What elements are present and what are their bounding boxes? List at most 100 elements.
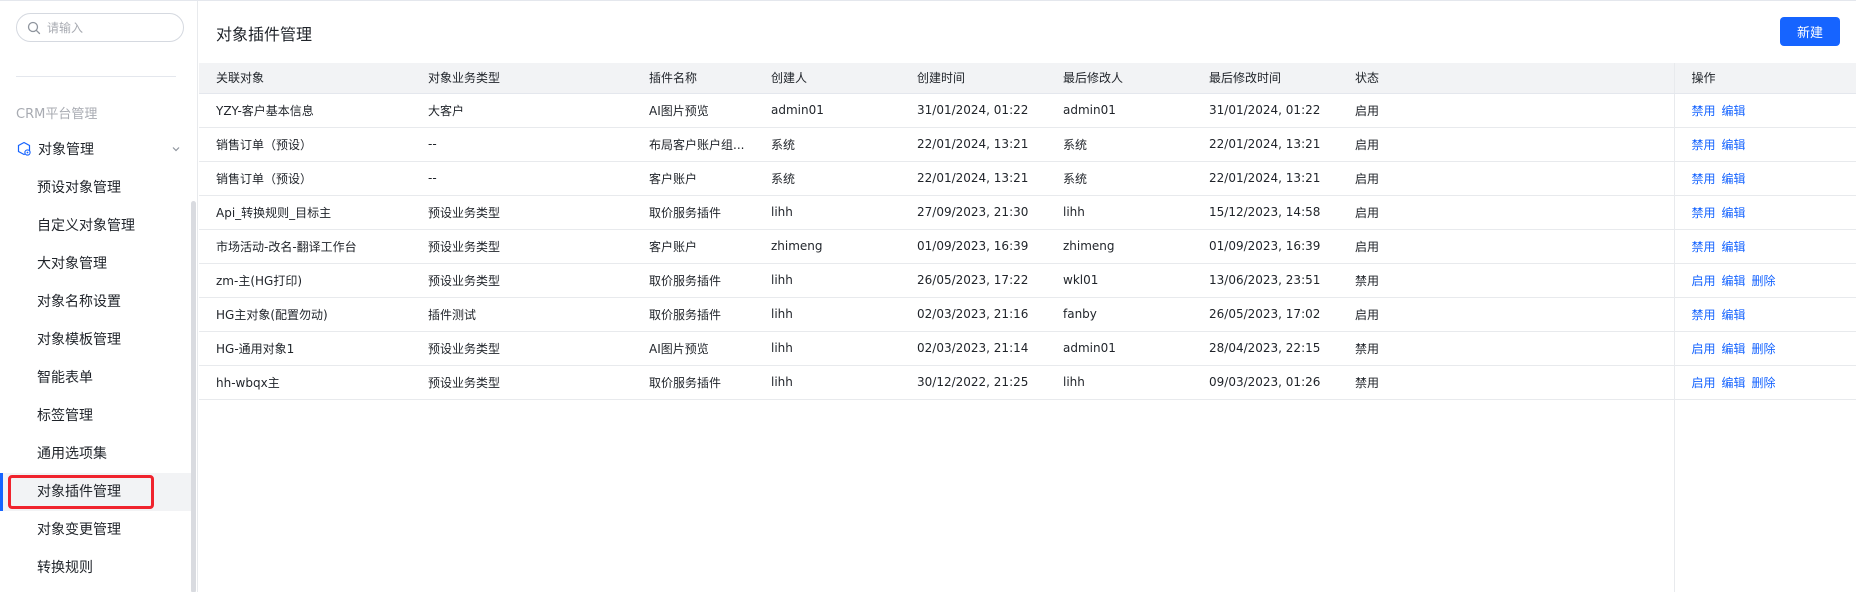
table-cell-obj: hh-wbqx主	[199, 365, 411, 400]
table-cell-creator: lihh	[754, 365, 900, 400]
chevron-down-icon[interactable]	[170, 143, 182, 155]
sidebar-item-object-name[interactable]: 对象名称设置	[0, 283, 196, 321]
table-cell-obj: YZY-客户基本信息	[199, 93, 411, 128]
table-cell-type: 预设业务类型	[411, 229, 632, 264]
table-cell-obj: 市场活动-改名-翻译工作台	[199, 229, 411, 264]
table-row: YZY-客户基本信息 大客户 AI图片预览 admin01 31/01/2024, 01…	[199, 93, 1856, 128]
table-cell-obj: Api_转换规则_目标主	[199, 195, 411, 230]
object-settings-icon	[17, 141, 31, 156]
table-row: HG-通用对象1 预设业务类型 AI图片预览 lihh 02/03/2023, 21:1…	[199, 331, 1856, 366]
table-cell-plugin: 布局客户账户组...	[632, 127, 754, 162]
disable-button[interactable]: 禁用	[1692, 240, 1716, 254]
edit-button[interactable]: 编辑	[1722, 240, 1746, 254]
table-cell-plugin: 取价服务插件	[632, 263, 754, 298]
table-cell-status: 启用	[1338, 93, 1674, 128]
delete-button[interactable]: 删除	[1752, 274, 1776, 288]
table-cell-creator: lihh	[754, 331, 900, 366]
edit-button[interactable]: 编辑	[1722, 104, 1746, 118]
enable-button[interactable]: 启用	[1692, 342, 1716, 356]
table-cell-modified: 09/03/2023, 01:26	[1192, 365, 1338, 400]
table-cell-created: 22/01/2024, 13:21	[900, 161, 1046, 196]
disable-button[interactable]: 禁用	[1692, 138, 1716, 152]
sidebar-item-custom-object[interactable]: 自定义对象管理	[0, 207, 196, 245]
table-cell-ops: 启用 编辑 删除	[1673, 263, 1856, 298]
sidebar-item-object-template[interactable]: 对象模板管理	[0, 321, 196, 359]
col-header: 最后修改人	[1046, 63, 1192, 94]
table-cell-created: 26/05/2023, 17:22	[900, 263, 1046, 298]
col-header: 关联对象	[199, 63, 411, 94]
table-cell-status: 禁用	[1338, 331, 1674, 366]
edit-button[interactable]: 编辑	[1722, 172, 1746, 186]
disable-button[interactable]: 禁用	[1692, 104, 1716, 118]
sidebar-search[interactable]	[16, 13, 184, 42]
table-cell-modifier: lihh	[1046, 195, 1192, 230]
sidebar-item-label: 智能表单	[37, 370, 93, 386]
table-cell-ops: 启用 编辑 删除	[1673, 365, 1856, 400]
table-cell-obj: zm-主(HG打印)	[199, 263, 411, 298]
sidebar-group-label: 对象管理	[38, 142, 94, 158]
sidebar-item-conversion-rule[interactable]: 转换规则	[0, 549, 196, 587]
table-cell-status: 启用	[1338, 229, 1674, 264]
table-cell-plugin: AI图片预览	[632, 93, 754, 128]
table-row: hh-wbqx主 预设业务类型 取价服务插件 lihh 30/12/2022, 21:2…	[199, 365, 1856, 400]
new-button[interactable]: 新建	[1780, 17, 1840, 46]
table-cell-ops: 启用 编辑 删除	[1673, 331, 1856, 366]
table-cell-modified: 28/04/2023, 22:15	[1192, 331, 1338, 366]
table-cell-created: 02/03/2023, 21:16	[900, 297, 1046, 332]
col-header: 创建人	[754, 63, 900, 94]
page-title: 对象插件管理	[216, 25, 313, 44]
disable-button[interactable]: 禁用	[1692, 172, 1716, 186]
sidebar-item-preset-object[interactable]: 预设对象管理	[0, 169, 196, 207]
table-cell-created: 02/03/2023, 21:14	[900, 331, 1046, 366]
table-row: 市场活动-改名-翻译工作台 预设业务类型 客户账户 zhimeng 01/09/2023…	[199, 229, 1856, 264]
sidebar-item-tag-management[interactable]: 标签管理	[0, 397, 196, 435]
sidebar-item-label: 对象名称设置	[37, 294, 121, 310]
sidebar-group-object-management[interactable]: 对象管理	[16, 139, 182, 159]
sidebar-item-object-plugin[interactable]: 对象插件管理	[0, 473, 196, 511]
edit-button[interactable]: 编辑	[1722, 376, 1746, 390]
edit-button[interactable]: 编辑	[1722, 138, 1746, 152]
table-cell-status: 启用	[1338, 161, 1674, 196]
sidebar-item-smart-form[interactable]: 智能表单	[0, 359, 196, 397]
table-cell-type: 预设业务类型	[411, 365, 632, 400]
enable-button[interactable]: 启用	[1692, 274, 1716, 288]
table-cell-plugin: 取价服务插件	[632, 297, 754, 332]
table-cell-modifier: admin01	[1046, 331, 1192, 366]
table-cell-modified: 22/01/2024, 13:21	[1192, 127, 1338, 162]
sidebar-item-option-set[interactable]: 通用选项集	[0, 435, 196, 473]
disable-button[interactable]: 禁用	[1692, 206, 1716, 220]
delete-button[interactable]: 删除	[1752, 376, 1776, 390]
edit-button[interactable]: 编辑	[1722, 308, 1746, 322]
col-header: 状态	[1338, 63, 1674, 94]
search-input[interactable]	[47, 20, 177, 35]
table-row: HG主对象(配置勿动) 插件测试 取价服务插件 lihh 02/03/2023, 21:…	[199, 297, 1856, 332]
table-cell-status: 禁用	[1338, 263, 1674, 298]
table-cell-ops: 禁用 编辑	[1673, 127, 1856, 162]
edit-button[interactable]: 编辑	[1722, 206, 1746, 220]
edit-button[interactable]: 编辑	[1722, 342, 1746, 356]
delete-button[interactable]: 删除	[1752, 342, 1776, 356]
sidebar-menu: 预设对象管理 自定义对象管理 大对象管理 对象名称设置 对象模板管理 智能表单 …	[0, 169, 196, 587]
sidebar-item-large-object[interactable]: 大对象管理	[0, 245, 196, 283]
table-cell-created: 31/01/2024, 01:22	[900, 93, 1046, 128]
table-cell-modifier: 系统	[1046, 161, 1192, 196]
sidebar-item-object-change[interactable]: 对象变更管理	[0, 511, 196, 549]
table-body: YZY-客户基本信息 大客户 AI图片预览 admin01 31/01/2024, 01…	[199, 93, 1856, 400]
table-cell-ops: 禁用 编辑	[1673, 195, 1856, 230]
table-row: Api_转换规则_目标主 预设业务类型 取价服务插件 lihh 27/09/2023, …	[199, 195, 1856, 230]
enable-button[interactable]: 启用	[1692, 376, 1716, 390]
table-cell-status: 禁用	[1338, 365, 1674, 400]
table-cell-plugin: 客户账户	[632, 229, 754, 264]
sidebar-item-label: 预设对象管理	[37, 180, 121, 196]
edit-button[interactable]: 编辑	[1722, 274, 1746, 288]
table-cell-type: 预设业务类型	[411, 263, 632, 298]
sidebar-scrollbar[interactable]	[191, 201, 196, 592]
table-cell-plugin: 取价服务插件	[632, 365, 754, 400]
table-cell-plugin: AI图片预览	[632, 331, 754, 366]
table-cell-status: 启用	[1338, 297, 1674, 332]
table-cell-creator: 系统	[754, 161, 900, 196]
table-cell-created: 27/09/2023, 21:30	[900, 195, 1046, 230]
table-row: 销售订单（预设） -- 客户账户 系统 22/01/2024, 13:21 系统 22/01…	[199, 161, 1856, 196]
disable-button[interactable]: 禁用	[1692, 308, 1716, 322]
table-cell-ops: 禁用 编辑	[1673, 161, 1856, 196]
